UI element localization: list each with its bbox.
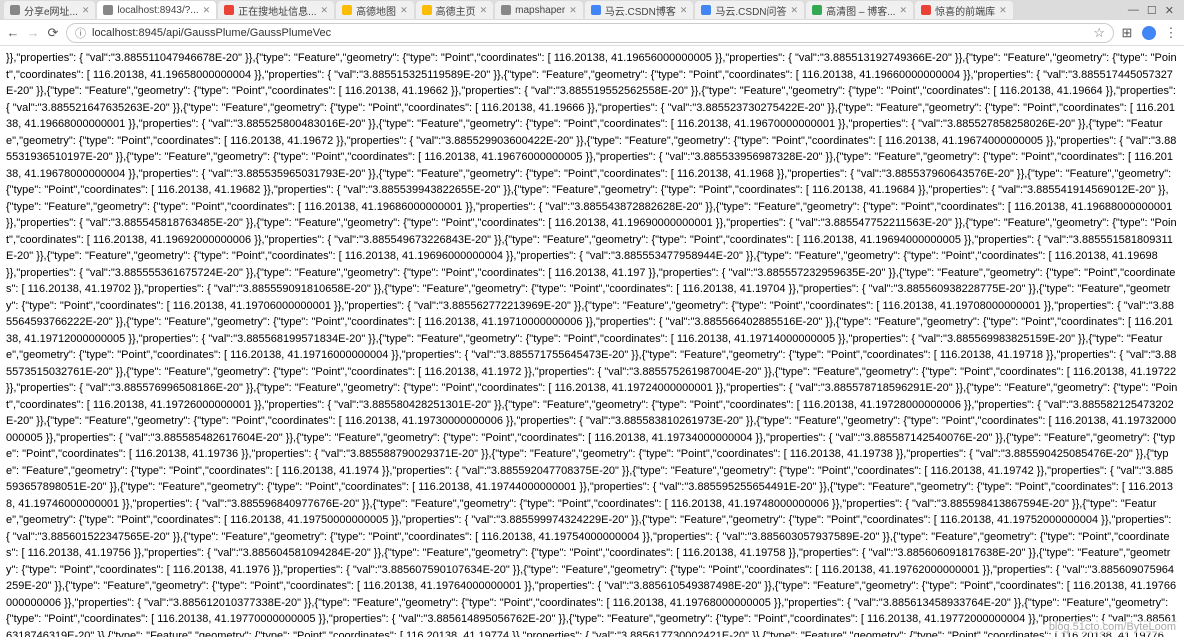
tab-label: 分享e网址... xyxy=(24,3,78,18)
tab-close-icon[interactable]: ✕ xyxy=(680,5,688,16)
response-body: }},"properties": { "val":"3.885511047946… xyxy=(0,46,1184,637)
window-close-button[interactable]: ✕ xyxy=(1165,4,1174,17)
watermark: blog.51cto.com/ByteLoom xyxy=(1047,621,1178,633)
window-min-button[interactable]: — xyxy=(1128,4,1139,17)
favicon xyxy=(812,5,822,15)
browser-tab[interactable]: 高德主页 ✕ xyxy=(416,1,494,19)
favicon xyxy=(10,5,20,15)
browser-tab[interactable]: 高德地图 ✕ xyxy=(336,1,414,19)
tab-close-icon[interactable]: ✕ xyxy=(900,5,908,16)
tab-label: 高德地图 xyxy=(356,3,396,18)
reload-button[interactable]: ⟳ xyxy=(46,26,60,40)
tab-label: 马云.CSDN问答 xyxy=(715,3,786,18)
extensions-icon[interactable]: ⊞ xyxy=(1120,26,1134,40)
tab-close-icon[interactable]: ✕ xyxy=(400,5,408,16)
tab-label: 高清图 – 博客... xyxy=(826,3,895,18)
browser-tab[interactable]: 高清图 – 博客... ✕ xyxy=(806,1,913,19)
menu-icon[interactable]: ⋮ xyxy=(1164,26,1178,40)
tab-label: mapshaper xyxy=(515,5,565,16)
favicon xyxy=(342,5,352,15)
browser-tab[interactable]: 分享e网址... ✕ xyxy=(4,1,95,19)
browser-tab[interactable]: 惊喜的前端库 ✕ xyxy=(915,1,1013,19)
browser-tab[interactable]: mapshaper ✕ xyxy=(495,1,583,19)
tab-label: 高德主页 xyxy=(436,3,476,18)
browser-tab[interactable]: localhost:8943/?... ✕ xyxy=(97,1,216,19)
url-box[interactable]: ⓘ localhost:8945/api/GaussPlume/GaussPlu… xyxy=(66,23,1114,43)
favicon xyxy=(224,5,234,15)
favicon xyxy=(701,5,711,15)
forward-button[interactable]: → xyxy=(26,26,40,40)
address-bar: ← → ⟳ ⓘ localhost:8945/api/GaussPlume/Ga… xyxy=(0,20,1184,46)
tab-close-icon[interactable]: ✕ xyxy=(82,5,90,16)
favicon xyxy=(103,5,113,15)
browser-tab[interactable]: 正在搜地址信息... ✕ xyxy=(218,1,334,19)
tab-label: localhost:8943/?... xyxy=(117,5,198,16)
favicon xyxy=(921,5,931,15)
tab-close-icon[interactable]: ✕ xyxy=(999,5,1007,16)
browser-tab-strip: 分享e网址... ✕ localhost:8943/?... ✕ 正在搜地址信息... ✕… xyxy=(0,0,1184,20)
tab-label: 正在搜地址信息... xyxy=(238,3,316,18)
tab-label: 惊喜的前端库 xyxy=(935,3,995,18)
browser-tab[interactable]: 马云.CSDN博客 ✕ xyxy=(585,1,694,19)
site-info-icon[interactable]: ⓘ xyxy=(75,25,86,41)
window-max-button[interactable]: ☐ xyxy=(1147,4,1157,17)
browser-tab[interactable]: 马云.CSDN问答 ✕ xyxy=(695,1,804,19)
tab-label: 马云.CSDN博客 xyxy=(605,3,676,18)
tab-close-icon[interactable]: ✕ xyxy=(791,5,799,16)
back-button[interactable]: ← xyxy=(6,26,20,40)
tab-close-icon[interactable]: ✕ xyxy=(480,5,488,16)
favicon xyxy=(501,5,511,15)
tab-close-icon[interactable]: ✕ xyxy=(321,5,329,16)
tab-close-icon[interactable]: ✕ xyxy=(203,5,211,16)
profile-avatar-icon[interactable] xyxy=(1142,26,1156,40)
tab-close-icon[interactable]: ✕ xyxy=(569,5,577,16)
favicon xyxy=(422,5,432,15)
bookmark-star-icon[interactable]: ☆ xyxy=(1093,25,1105,41)
url-text[interactable]: localhost:8945/api/GaussPlume/GaussPlume… xyxy=(92,27,1087,39)
favicon xyxy=(591,5,601,15)
